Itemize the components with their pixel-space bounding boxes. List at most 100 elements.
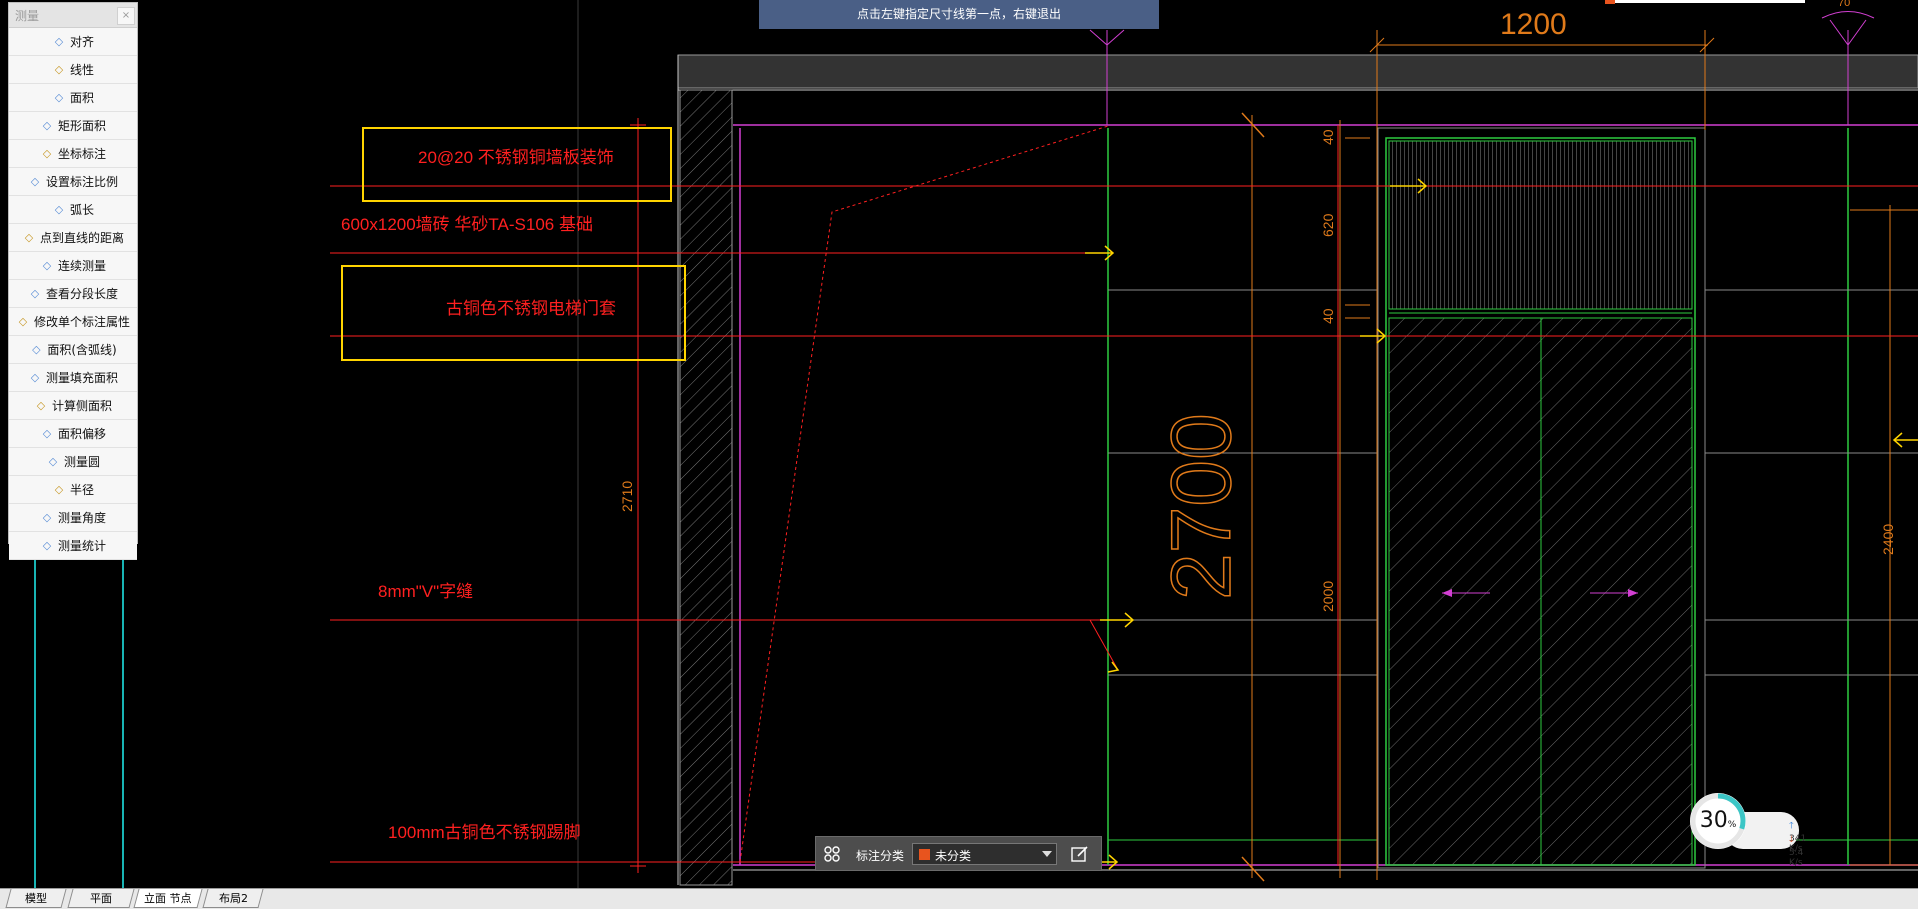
magenta-line [1089, 29, 1108, 46]
tool-label: 面积 [69, 91, 94, 105]
tool-hatch-area[interactable]: ◇ 测量填充面积 [9, 364, 137, 392]
tool-label: 设置标注比例 [45, 175, 118, 189]
tool-label: 坐标标注 [57, 147, 106, 161]
tool-label: 测量统计 [57, 539, 106, 553]
status-tip: 点击左键指定尺寸线第一点，右键退出 [759, 0, 1159, 29]
dim-text: 620 [1320, 213, 1336, 237]
dim-text: 1200 [1500, 8, 1567, 41]
continuous-measure-icon: ◇ [42, 258, 52, 272]
tool-scale[interactable]: ◇ 设置标注比例 [9, 168, 137, 196]
annotation-toolbar: 标注分类 未分类 [815, 836, 1102, 871]
tool-label: 测量角度 [57, 511, 106, 525]
tool-point-line-distance[interactable]: ◇ 点到直线的距离 [9, 224, 137, 252]
tool-label: 面积偏移 [57, 427, 106, 441]
tool-linear-dimension[interactable]: ◇ 线性 [9, 56, 137, 84]
tool-label: 矩形面积 [57, 119, 106, 133]
network-speed-widget[interactable]: 🡑 341 K/s 🡓 5.4 K/s 30% [1690, 793, 1812, 868]
tool-radius[interactable]: ◇ 半径 [9, 476, 137, 504]
orange-tick [1241, 856, 1265, 882]
dashed-guide [739, 125, 1109, 863]
tool-area-offset[interactable]: ◇ 面积偏移 [9, 420, 137, 448]
magenta-line [1106, 29, 1125, 46]
annotation-category-label: 标注分类 [856, 849, 905, 863]
chevron-down-icon [1042, 851, 1052, 857]
dim-text: 70 [1838, 0, 1850, 9]
category-color-swatch [919, 849, 930, 860]
tool-label: 面积(含弧线) [47, 343, 117, 357]
dim-text: 2000 [1320, 581, 1336, 612]
tool-label: 修改单个标注属性 [33, 315, 130, 329]
side-area-icon: ◇ [36, 398, 46, 412]
magenta-line [1829, 19, 1849, 46]
tool-continuous-measure[interactable]: ◇ 连续测量 [9, 252, 137, 280]
area-offset-icon: ◇ [42, 426, 52, 440]
tab-2[interactable]: 立面 节点 [133, 889, 203, 908]
measure-panel: 测量 × ◇ 对齐 ◇ 线性 ◇ 面积 ◇ 矩形面积 ◇ 坐标标注 ◇ 设置标注比例 ◇ 弧长 ◇ 点到直线的… [8, 2, 138, 560]
edit-dimension-icon: ◇ [18, 314, 28, 328]
tool-arc-area[interactable]: ◇ 面积(含弧线) [9, 336, 137, 364]
tool-statistics[interactable]: ◇ 测量统计 [9, 532, 137, 560]
layout-tab-bar: 模型 平面 立面 节点 布局2 [0, 888, 1918, 909]
annotation-text: 古铜色不锈钢电梯门套 [446, 299, 616, 318]
grid-icon[interactable] [824, 846, 840, 862]
panel-title: 测量 [15, 9, 40, 23]
tool-label: 测量填充面积 [45, 371, 118, 385]
tool-label: 连续测量 [57, 259, 106, 273]
panel-header: 测量 × [9, 3, 137, 28]
tool-edit-dimension[interactable]: ◇ 修改单个标注属性 [9, 308, 137, 336]
statistics-icon: ◇ [42, 538, 52, 552]
network-percent-circle: 30% [1690, 793, 1746, 849]
area-icon: ◇ [54, 90, 64, 104]
angle-icon: ◇ [42, 510, 52, 524]
white-bar [1615, 0, 1805, 3]
hatch-area-icon: ◇ [30, 370, 40, 384]
dim-text: 2710 [619, 481, 635, 512]
tool-segment-length[interactable]: ◇ 查看分段长度 [9, 280, 137, 308]
dim-text: 40 [1320, 308, 1336, 324]
dim-text: 2700 [1154, 413, 1248, 600]
point-line-distance-icon: ◇ [24, 230, 34, 244]
leader-line [1089, 619, 1119, 671]
dim-text: 40 [1320, 129, 1336, 145]
segment-length-icon: ◇ [30, 286, 40, 300]
tool-label: 测量圆 [63, 455, 100, 469]
edit-icon[interactable] [1071, 845, 1089, 863]
tool-align-dimension[interactable]: ◇ 对齐 [9, 28, 137, 56]
align-dimension-icon: ◇ [54, 34, 64, 48]
door-leaf-right [1540, 317, 1693, 866]
tool-side-area[interactable]: ◇ 计算侧面积 [9, 392, 137, 420]
network-percent: 30% [1699, 808, 1737, 833]
annotation-category-select[interactable]: 未分类 [912, 843, 1057, 865]
tool-list: ◇ 对齐 ◇ 线性 ◇ 面积 ◇ 矩形面积 ◇ 坐标标注 ◇ 设置标注比例 ◇ 弧长 ◇ 点到直线的距离 ◇ 连续… [9, 28, 137, 560]
tab-1[interactable]: 平面 [67, 889, 135, 908]
coordinate-icon: ◇ [42, 146, 52, 160]
tool-arc-length[interactable]: ◇ 弧长 [9, 196, 137, 224]
annotation-text: 600x1200墙砖 华砂TA-S106 基础 [341, 215, 593, 234]
tab-0[interactable]: 模型 [5, 889, 67, 908]
radius-icon: ◇ [54, 482, 64, 496]
tool-rectangle-area[interactable]: ◇ 矩形面积 [9, 112, 137, 140]
annotation-text: 20@20 不锈钢铜墙板装饰 [418, 148, 614, 167]
circle-icon: ◇ [48, 454, 58, 468]
tool-circle[interactable]: ◇ 测量圆 [9, 448, 137, 476]
tab-label: 立面 节点 [144, 892, 192, 905]
tab-3[interactable]: 布局2 [202, 889, 264, 908]
magenta-line [1847, 19, 1867, 46]
close-icon[interactable]: × [117, 7, 135, 25]
tool-label: 计算侧面积 [51, 399, 112, 413]
annotation-text: 8mm"V"字缝 [378, 582, 473, 601]
linear-dimension-icon: ◇ [54, 62, 64, 76]
tool-area[interactable]: ◇ 面积 [9, 84, 137, 112]
door-leaf-left [1388, 317, 1542, 866]
tool-angle[interactable]: ◇ 测量角度 [9, 504, 137, 532]
angle-arc [1821, 11, 1875, 19]
tab-label: 模型 [25, 892, 47, 905]
tool-label: 对齐 [69, 35, 94, 49]
dim-text: 2400 [1880, 524, 1896, 555]
cad-drawing-canvas[interactable]: 20@20 不锈钢铜墙板装饰 600x1200墙砖 华砂TA-S106 基础 古… [0, 0, 1918, 888]
orange-marker [1605, 0, 1615, 4]
top-slab [677, 54, 1918, 89]
arc-length-icon: ◇ [54, 202, 64, 216]
tool-coordinate[interactable]: ◇ 坐标标注 [9, 140, 137, 168]
tool-label: 半径 [69, 483, 94, 497]
